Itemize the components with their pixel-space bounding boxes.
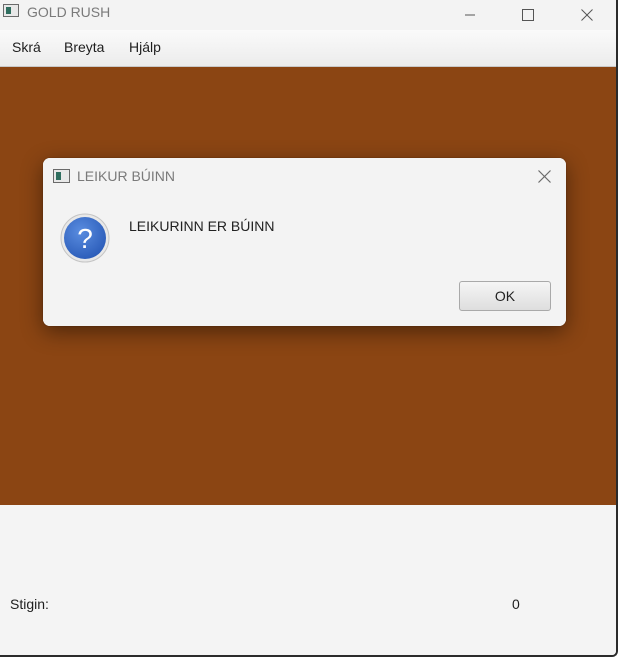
question-icon: ? <box>60 213 110 263</box>
status-panel: Stigin: 0 <box>0 505 616 655</box>
dialog-close-button[interactable] <box>531 164 557 188</box>
close-icon <box>581 9 593 21</box>
title-bar[interactable]: GOLD RUSH <box>0 0 616 30</box>
score-value: 0 <box>512 596 520 612</box>
dialog-body: ? LEIKURINN ER BÚINN OK <box>43 194 566 326</box>
menu-skra[interactable]: Skrá <box>12 39 41 55</box>
menu-breyta[interactable]: Breyta <box>64 39 104 55</box>
close-icon <box>537 169 551 183</box>
minimize-icon <box>465 14 475 16</box>
maximize-button[interactable] <box>499 0 557 30</box>
svg-text:?: ? <box>77 223 93 254</box>
window-title: GOLD RUSH <box>27 4 111 20</box>
game-over-dialog: LEIKUR BÚINN ? LEIKURINN ER BÚINN OK <box>43 158 566 326</box>
app-window-icon <box>3 4 19 17</box>
score-label: Stigin: <box>10 596 49 612</box>
dialog-message: LEIKURINN ER BÚINN <box>129 218 275 234</box>
menu-bar: Skrá Breyta Hjálp <box>0 30 616 67</box>
main-window: GOLD RUSH Skrá Breyta Hjálp Stigin: 0 <box>0 0 618 657</box>
close-button[interactable] <box>558 0 616 30</box>
maximize-icon <box>522 9 534 21</box>
ok-button[interactable]: OK <box>459 281 551 311</box>
dialog-window-icon <box>53 169 70 183</box>
dialog-title: LEIKUR BÚINN <box>77 168 176 184</box>
minimize-button[interactable] <box>441 0 499 30</box>
dialog-title-bar[interactable]: LEIKUR BÚINN <box>43 158 566 194</box>
menu-hjalp[interactable]: Hjálp <box>129 39 161 55</box>
